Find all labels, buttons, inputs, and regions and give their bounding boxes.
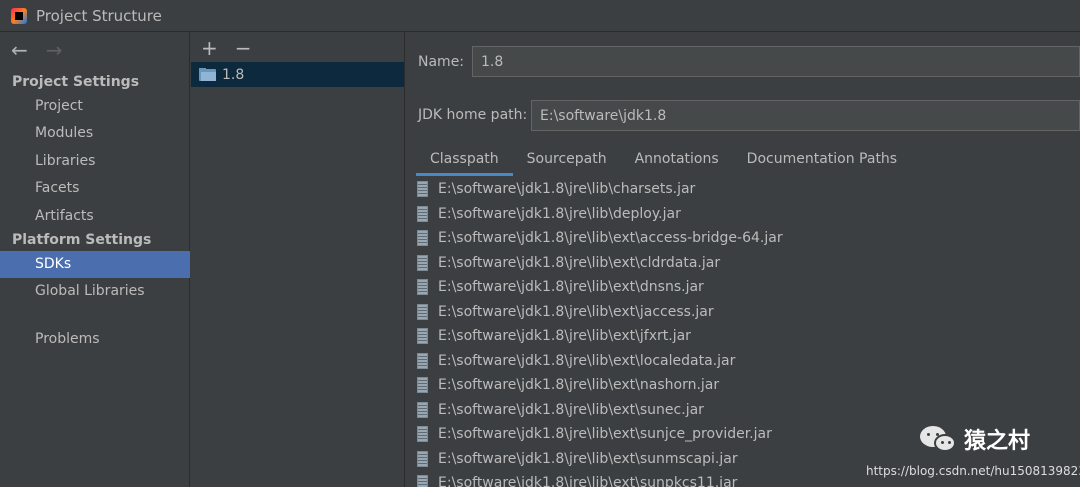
jar-icon — [417, 254, 428, 271]
platform-settings-header: Platform Settings — [12, 232, 152, 248]
list-item-label: E:\software\jdk1.8\jre\lib\ext\jaccess.j… — [438, 303, 714, 320]
sdk-list-item[interactable]: 1.8 — [191, 62, 404, 87]
jar-icon — [417, 377, 428, 394]
watermark-url: https://blog.csdn.net/hu15081398237 — [866, 464, 1080, 478]
list-item[interactable]: E:\software\jdk1.8\jre\lib\deploy.jar — [406, 202, 1080, 227]
list-item-label: E:\software\jdk1.8\jre\lib\ext\sunjce_pr… — [438, 426, 772, 443]
jar-icon — [417, 352, 428, 369]
sidebar-item-global-libraries[interactable]: Global Libraries — [0, 278, 190, 305]
list-item-label: E:\software\jdk1.8\jre\lib\deploy.jar — [438, 205, 681, 222]
list-item[interactable]: E:\software\jdk1.8\jre\lib\ext\access-br… — [406, 226, 1080, 251]
settings-sidebar: ← → Project Settings Project Modules Lib… — [0, 32, 190, 487]
sdk-list-item-label: 1.8 — [222, 66, 245, 83]
jar-icon — [417, 205, 428, 222]
sidebar-item-artifacts[interactable]: Artifacts — [0, 203, 190, 230]
list-item-label: E:\software\jdk1.8\jre\lib\ext\jfxrt.jar — [438, 328, 691, 345]
list-item-label: E:\software\jdk1.8\jre\lib\ext\sunmscapi… — [438, 450, 738, 467]
folder-icon — [199, 68, 216, 81]
add-icon[interactable]: + — [201, 36, 218, 60]
jar-icon — [417, 328, 428, 345]
sidebar-item-facets[interactable]: Facets — [0, 175, 190, 202]
window-title: Project Structure — [36, 6, 162, 25]
tab-sourcepath[interactable]: Sourcepath — [513, 144, 621, 176]
wechat-icon — [918, 424, 958, 454]
jar-icon — [417, 181, 428, 198]
sdk-list-pane: + − 1.8 — [191, 32, 405, 487]
sidebar-item-libraries[interactable]: Libraries — [0, 148, 190, 175]
list-item[interactable]: E:\software\jdk1.8\jre\lib\ext\jfxrt.jar — [406, 324, 1080, 349]
sidebar-item-modules[interactable]: Modules — [0, 120, 190, 147]
jar-icon — [417, 279, 428, 296]
list-item[interactable]: E:\software\jdk1.8\jre\lib\ext\cldrdata.… — [406, 251, 1080, 276]
nav-arrows: ← → — [11, 38, 63, 62]
jar-icon — [417, 303, 428, 320]
watermark-logo: 猿之村 — [918, 423, 1030, 455]
forward-arrow-icon[interactable]: → — [46, 38, 63, 62]
sidebar-item-project[interactable]: Project — [0, 93, 190, 120]
jdk-home-path-field[interactable] — [531, 100, 1080, 131]
sidebar-item-sdks[interactable]: SDKs — [0, 251, 190, 278]
list-item-label: E:\software\jdk1.8\jre\lib\ext\sunpkcs11… — [438, 475, 738, 487]
sidebar-item-problems[interactable]: Problems — [0, 326, 190, 353]
list-item[interactable]: E:\software\jdk1.8\jre\lib\ext\dnsns.jar — [406, 275, 1080, 300]
watermark-name: 猿之村 — [964, 429, 1031, 454]
name-label: Name: — [418, 54, 465, 70]
tab-classpath[interactable]: Classpath — [416, 144, 513, 176]
intellij-logo-icon — [11, 7, 27, 24]
tab-documentation-paths[interactable]: Documentation Paths — [733, 144, 911, 176]
project-settings-header: Project Settings — [12, 74, 140, 90]
jar-icon — [417, 450, 428, 467]
list-item-label: E:\software\jdk1.8\jre\lib\ext\dnsns.jar — [438, 279, 704, 296]
list-item-label: E:\software\jdk1.8\jre\lib\ext\access-br… — [438, 230, 783, 247]
path-tabs: Classpath Sourcepath Annotations Documen… — [416, 144, 911, 176]
list-item-label: E:\software\jdk1.8\jre\lib\ext\nashorn.j… — [438, 377, 720, 394]
sdk-toolbar: + − — [201, 36, 252, 60]
jar-icon — [417, 475, 428, 487]
list-item[interactable]: E:\software\jdk1.8\jre\lib\ext\jaccess.j… — [406, 300, 1080, 325]
jdk-home-path-label: JDK home path: — [418, 107, 528, 123]
list-item-label: E:\software\jdk1.8\jre\lib\charsets.jar — [438, 181, 696, 198]
list-item[interactable]: E:\software\jdk1.8\jre\lib\charsets.jar — [406, 177, 1080, 202]
jar-icon — [417, 426, 428, 443]
list-item-label: E:\software\jdk1.8\jre\lib\ext\sunec.jar — [438, 401, 704, 418]
list-item-label: E:\software\jdk1.8\jre\lib\ext\cldrdata.… — [438, 254, 721, 271]
jar-icon — [417, 230, 428, 247]
jar-icon — [417, 401, 428, 418]
remove-icon[interactable]: − — [235, 36, 252, 60]
title-bar: Project Structure — [0, 0, 1080, 32]
tab-annotations[interactable]: Annotations — [621, 144, 733, 176]
list-item[interactable]: E:\software\jdk1.8\jre\lib\ext\sunec.jar — [406, 398, 1080, 423]
name-field[interactable] — [472, 46, 1080, 77]
list-item[interactable]: E:\software\jdk1.8\jre\lib\ext\localedat… — [406, 349, 1080, 374]
back-arrow-icon[interactable]: ← — [11, 38, 28, 62]
sdk-details-pane: Name: JDK home path: Classpath Sourcepat… — [406, 32, 1080, 487]
list-item-label: E:\software\jdk1.8\jre\lib\ext\localedat… — [438, 352, 736, 369]
list-item[interactable]: E:\software\jdk1.8\jre\lib\ext\nashorn.j… — [406, 373, 1080, 398]
